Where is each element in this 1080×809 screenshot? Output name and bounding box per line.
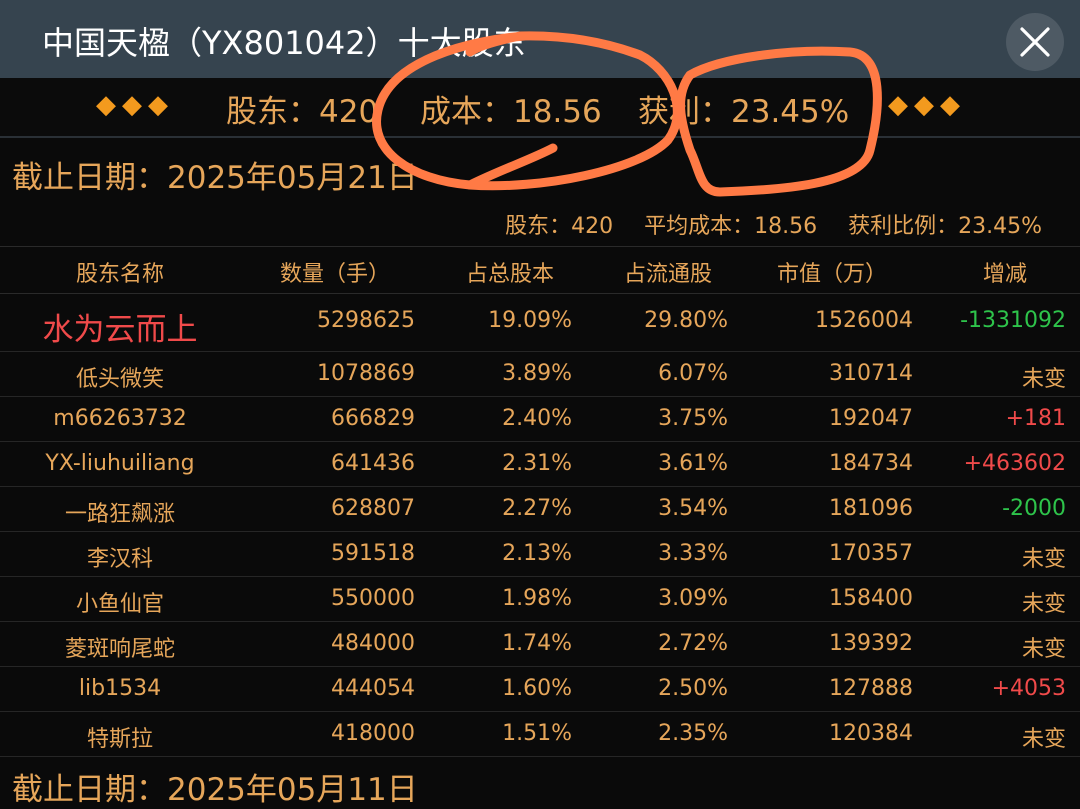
cell-change: +4053 [991,676,1066,701]
header-market-value[interactable]: 市值（万） [752,256,912,288]
cell-change: 未变 [1021,547,1066,572]
cell-total-share-pct: 1.98% [502,586,572,611]
cell-market-value: 127888 [829,676,913,701]
cell-holder-name: 小鱼仙官 [75,592,164,617]
cell-market-value: 1526004 [815,308,913,333]
header-change[interactable]: 增减 [930,256,1080,288]
cell-quantity: 666829 [331,406,415,431]
cell-market-value: 139392 [829,631,913,656]
stats-profit-ratio: 获利比例：23.45% [848,214,1042,239]
cell-float-share-pct: 6.07% [658,361,728,386]
table-row[interactable]: 李汉科 591518 2.13% 3.33% 170357 未变 [0,532,1080,577]
page-title: 中国天楹（YX801042）十大股东 [42,24,526,62]
cell-change: 未变 [1021,637,1066,662]
header-total-share[interactable]: 占总股本 [430,256,590,288]
cell-float-share-pct: 29.80% [644,308,728,333]
cell-market-value: 310714 [829,361,913,386]
cell-quantity: 484000 [331,631,415,656]
cell-total-share-pct: 2.27% [502,496,572,521]
table-row[interactable]: 水为云而上 5298625 19.09% 29.80% 1526004 -1331092 [0,292,1080,352]
cell-float-share-pct: 3.09% [658,586,728,611]
cell-holder-name: lib1534 [78,676,162,701]
header-float-share[interactable]: 占流通股 [588,256,748,288]
cell-market-value: 181096 [829,496,913,521]
shareholder-table: 水为云而上 5298625 19.09% 29.80% 1526004 -1331092 低… [0,292,1080,757]
cell-float-share-pct: 2.50% [658,676,728,701]
stats-line: 股东：420 平均成本：18.56 获利比例：23.45% [481,208,1042,240]
cell-quantity: 550000 [331,586,415,611]
cell-holder-name: 一路狂飙涨 [64,502,175,527]
table-row[interactable]: 低头微笑 1078869 3.89% 6.07% 310714 未变 [0,352,1080,397]
cell-float-share-pct: 2.35% [658,721,728,746]
close-icon [1020,27,1050,57]
summary-cost: 成本：18.56 [420,94,602,130]
cell-float-share-pct: 3.54% [658,496,728,521]
cell-holder-name: 水为云而上 [42,312,198,348]
cell-total-share-pct: 19.09% [488,308,572,333]
table-row[interactable]: m66263732 666829 2.40% 3.75% 192047 +181 [0,397,1080,442]
diamond-icon: ◆◆◆ [96,90,174,120]
cell-holder-name: m66263732 [53,406,187,431]
cell-change: -2000 [1002,496,1066,521]
annotation-arrow-stroke [465,143,558,190]
cell-quantity: 444054 [331,676,415,701]
cell-quantity: 628807 [331,496,415,521]
cell-total-share-pct: 3.89% [502,361,572,386]
table-row[interactable]: YX-liuhuiliang 641436 2.31% 3.61% 184734 +463… [0,442,1080,487]
cell-change: +181 [1005,406,1066,431]
cell-market-value: 120384 [829,721,913,746]
table-row[interactable]: lib1534 444054 1.60% 2.50% 127888 +4053 [0,667,1080,712]
cell-quantity: 418000 [331,721,415,746]
table-row[interactable]: 一路狂飙涨 628807 2.27% 3.54% 181096 -2000 [0,487,1080,532]
header-quantity[interactable]: 数量（手） [255,256,415,288]
cell-market-value: 184734 [829,451,913,476]
cell-change: +463602 [963,451,1066,476]
cell-float-share-pct: 3.33% [658,541,728,566]
cell-change: 未变 [1021,367,1066,392]
cell-holder-name: YX-liuhuiliang [45,451,195,476]
cell-float-share-pct: 2.72% [658,631,728,656]
cell-quantity: 1078869 [317,361,415,386]
table-row[interactable]: 小鱼仙官 550000 1.98% 3.09% 158400 未变 [0,577,1080,622]
cell-quantity: 591518 [331,541,415,566]
cell-total-share-pct: 2.40% [502,406,572,431]
cell-total-share-pct: 1.51% [502,721,572,746]
table-row[interactable]: 特斯拉 418000 1.51% 2.35% 120384 未变 [0,712,1080,757]
cell-change: -1331092 [960,308,1066,333]
table-row[interactable]: 菱斑响尾蛇 484000 1.74% 2.72% 139392 未变 [0,622,1080,667]
date-label: 截止日期：2025年05月21日 [12,160,418,196]
stats-avg-cost: 平均成本：18.56 [644,214,818,239]
cell-market-value: 170357 [829,541,913,566]
cell-quantity: 641436 [331,451,415,476]
cell-total-share-pct: 1.60% [502,676,572,701]
cell-change: 未变 [1021,592,1066,617]
cell-total-share-pct: 1.74% [502,631,572,656]
header-name[interactable]: 股东名称 [0,256,240,288]
cell-change: 未变 [1021,727,1066,752]
cell-total-share-pct: 2.31% [502,451,572,476]
cell-holder-name: 李汉科 [86,547,153,572]
table-header: 股东名称 数量（手） 占总股本 占流通股 市值（万） 增减 [0,246,1080,294]
diamond-icon: ◆◆◆ [888,90,966,120]
cell-holder-name: 特斯拉 [86,727,153,752]
summary-bar: ◆◆◆ 股东：420 成本：18.56 获利：23.45% ◆◆◆ [0,78,1080,138]
cell-float-share-pct: 3.61% [658,451,728,476]
cell-holder-name: 低头微笑 [75,367,164,392]
cell-float-share-pct: 3.75% [658,406,728,431]
stats-holders: 股东：420 [505,214,614,239]
cell-market-value: 158400 [829,586,913,611]
cell-market-value: 192047 [829,406,913,431]
cell-holder-name: 菱斑响尾蛇 [64,637,175,662]
cell-total-share-pct: 2.13% [502,541,572,566]
close-button[interactable] [1006,13,1064,71]
cell-quantity: 5298625 [317,308,415,333]
title-bar: 中国天楹（YX801042）十大股东 [0,0,1080,78]
summary-holders: 股东：420 [226,94,379,130]
summary-profit: 获利：23.45% [638,94,850,130]
